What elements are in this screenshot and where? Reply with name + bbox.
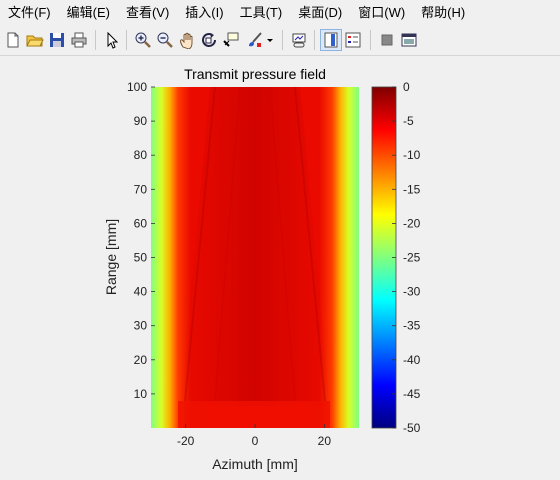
colorbar-tick-label: 0 [403,80,410,94]
brush-dropdown-icon[interactable] [265,29,275,51]
x-tick-label: -20 [177,434,195,448]
y-tick-label: 30 [134,319,148,333]
zoom-in-icon[interactable] [132,29,154,51]
y-tick-label: 10 [134,387,148,401]
link-plot-icon[interactable] [288,29,310,51]
y-tick-label: 80 [134,148,148,162]
save-icon[interactable] [46,29,68,51]
pan-icon[interactable] [176,29,198,51]
colorbar-tick-label: -15 [403,182,421,196]
colorbar-tick-label: -45 [403,387,421,401]
y-tick-label: 40 [134,285,148,299]
y-axis-label: Range [mm] [103,219,119,295]
y-axis-ticks: 10 20 30 40 50 60 70 80 90 100 [127,80,155,401]
colorbar-tick-label: -50 [403,421,421,435]
figure-canvas: Transmit pressure field 10 20 30 40 50 60 70 80… [0,56,560,475]
menu-insert[interactable]: 插入(I) [177,0,231,25]
new-figure-icon[interactable] [2,29,24,51]
menu-window[interactable]: 窗口(W) [350,0,413,25]
y-tick-label: 90 [134,114,148,128]
y-tick-label: 100 [127,80,147,94]
colorbar-tick-label: -20 [403,216,421,230]
heatmap-image[interactable] [151,86,359,428]
toolbar-separator [370,30,371,50]
colorbar-tick-label: -30 [403,285,421,299]
menubar: 文件(F) 编辑(E) 查看(V) 插入(I) 工具(T) 桌面(D) 窗口(W… [0,0,560,25]
toolbar [0,25,560,56]
x-axis-label: Azimuth [mm] [212,456,298,472]
chart-title: Transmit pressure field [184,66,326,82]
y-tick-label: 50 [134,251,148,265]
toolbar-separator [282,30,283,50]
near-field-band [178,401,330,428]
colorbar-tick-label: -10 [403,148,421,162]
colorbar-tick-label: -25 [403,251,421,265]
colorbar-tick-label: -5 [403,114,414,128]
menu-file[interactable]: 文件(F) [0,0,59,25]
show-plot-tools-icon[interactable] [398,29,420,51]
legend-icon[interactable] [342,29,364,51]
x-tick-label: 20 [318,434,332,448]
brush-icon[interactable] [244,29,266,51]
rotate-3d-icon[interactable] [198,29,220,51]
menu-tools[interactable]: 工具(T) [232,0,291,25]
print-icon[interactable] [68,29,90,51]
y-tick-label: 70 [134,182,148,196]
zoom-out-icon[interactable] [154,29,176,51]
toolbar-separator [314,30,315,50]
colorbar-icon[interactable] [320,29,342,51]
open-file-icon[interactable] [24,29,46,51]
menu-help[interactable]: 帮助(H) [413,0,473,25]
menu-view[interactable]: 查看(V) [118,0,177,25]
toolbar-separator [95,30,96,50]
y-tick-label: 60 [134,216,148,230]
toolbar-separator [126,30,127,50]
y-tick-label: 20 [134,353,148,367]
x-tick-label: 0 [252,434,259,448]
colorbar[interactable]: 0 -5 -10 -15 -20 -25 -30 -35 -40 -45 -50 [371,80,421,435]
colorbar-tick-label: -35 [403,319,421,333]
pressure-field-chart: Transmit pressure field 10 20 30 40 50 60 70 80… [103,66,421,472]
menu-desktop[interactable]: 桌面(D) [290,0,350,25]
colorbar-tick-label: -40 [403,353,421,367]
data-cursor-icon[interactable] [220,29,242,51]
hide-plot-tools-icon[interactable] [376,29,398,51]
menu-edit[interactable]: 编辑(E) [59,0,118,25]
pointer-icon[interactable] [101,29,123,51]
